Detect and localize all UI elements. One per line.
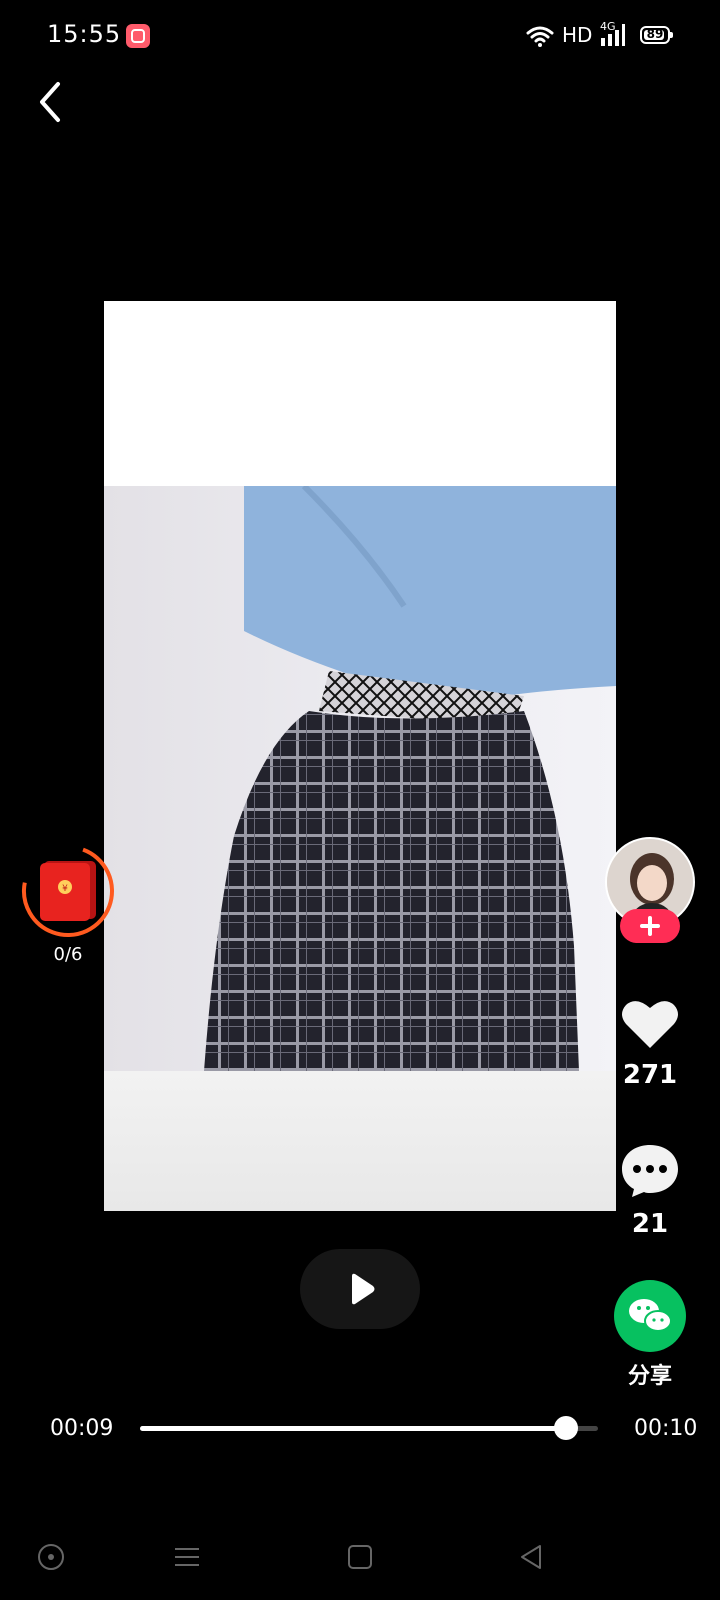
- back-nav-icon[interactable]: [516, 1542, 546, 1572]
- battery-nub: [670, 32, 673, 38]
- elapsed-time: 00:09: [50, 1416, 114, 1441]
- assistant-nav-icon[interactable]: [36, 1542, 66, 1572]
- network-label: HD: [562, 23, 593, 47]
- progress-fill: [140, 1426, 566, 1431]
- home-nav-icon[interactable]: [345, 1542, 375, 1572]
- plus-icon: [640, 916, 660, 936]
- wechat-icon: [629, 1299, 672, 1332]
- play-icon: [352, 1273, 375, 1305]
- heart-icon: [622, 1001, 678, 1048]
- plaid-skirt: [204, 711, 579, 1071]
- video-photo: [104, 483, 616, 1071]
- back-button[interactable]: [32, 78, 72, 126]
- red-packet-progress: 0/6: [53, 944, 83, 965]
- duration-time: 00:10: [634, 1416, 698, 1441]
- progress-slider[interactable]: [140, 1416, 598, 1440]
- menu-nav-icon[interactable]: [172, 1542, 202, 1572]
- share-button[interactable]: 分享: [602, 1280, 698, 1390]
- like-count: 271: [622, 1060, 678, 1090]
- share-label: 分享: [627, 1364, 672, 1389]
- like-button[interactable]: 271: [602, 998, 698, 1090]
- wifi-icon: [526, 26, 554, 47]
- signal-icon: [601, 24, 625, 46]
- share-circle: [614, 1280, 686, 1352]
- comment-count: 21: [631, 1209, 669, 1239]
- app-notification-icon: [126, 24, 150, 48]
- play-button[interactable]: [300, 1249, 420, 1329]
- comment-bubble-icon: [622, 1145, 678, 1197]
- follow-button[interactable]: [620, 909, 680, 943]
- comment-button[interactable]: 21: [602, 1143, 698, 1239]
- chevron-left-icon: [40, 82, 60, 122]
- system-nav-bar: [0, 1520, 720, 1600]
- battery-icon: 89: [640, 26, 673, 44]
- battery-level: 89: [646, 27, 664, 41]
- video-illustration: [204, 483, 616, 1071]
- status-time: 15:55: [47, 20, 122, 48]
- video-frame[interactable]: [104, 301, 616, 1211]
- shirt: [244, 486, 616, 701]
- progress-thumb[interactable]: [553, 1416, 578, 1440]
- svg-text:¥: ¥: [62, 884, 68, 894]
- status-bar: 15:55 HD 4G 89: [0, 0, 720, 72]
- video-bottom-area: [104, 1071, 616, 1211]
- red-packet-button[interactable]: ¥: [20, 843, 116, 939]
